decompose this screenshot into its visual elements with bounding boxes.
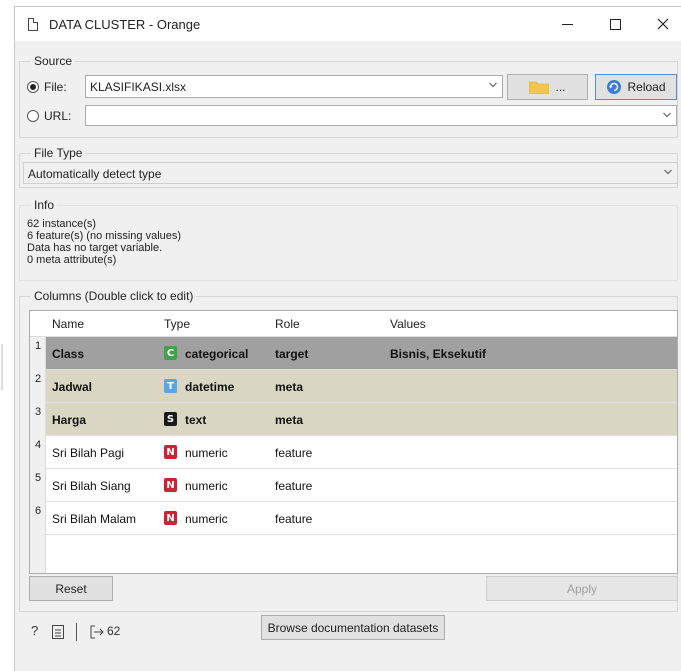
- chevron-down-icon: [489, 82, 497, 88]
- cell-name[interactable]: Class: [52, 347, 84, 361]
- cell-name[interactable]: Sri Bilah Malam: [52, 512, 136, 526]
- file-type-combo[interactable]: Automatically detect type: [23, 162, 678, 184]
- cell-role[interactable]: target: [275, 347, 308, 361]
- row-number: 3: [30, 403, 46, 436]
- report-icon[interactable]: [52, 625, 64, 639]
- type-badge-icon: S: [164, 412, 177, 426]
- reset-label: Reset: [55, 581, 87, 596]
- cell-name[interactable]: Sri Bilah Siang: [52, 479, 131, 493]
- url-combo[interactable]: [85, 105, 677, 126]
- table-row[interactable]: 6 Sri Bilah Malam Nnumeric feature: [30, 502, 677, 535]
- table-row[interactable]: 1 Class Ccategorical target Bisnis, Eksekuti…: [30, 337, 677, 370]
- document-icon: [28, 18, 38, 31]
- header-values[interactable]: Values: [390, 317, 426, 331]
- table-row[interactable]: 5 Sri Bilah Siang Nnumeric feature: [30, 469, 677, 502]
- file-label: File:: [44, 80, 67, 94]
- cell-type[interactable]: numeric: [185, 479, 228, 493]
- chevron-down-icon: [664, 169, 672, 175]
- output-count: 62: [107, 624, 121, 638]
- cell-type[interactable]: numeric: [185, 512, 228, 526]
- cell-name[interactable]: Jadwal: [52, 380, 92, 394]
- reload-button[interactable]: Reload: [595, 74, 677, 100]
- type-badge-icon: N: [164, 445, 177, 459]
- type-badge-icon: C: [164, 346, 177, 360]
- maximize-icon: [609, 18, 621, 30]
- columns-group-title: Columns (Double click to edit): [31, 289, 197, 303]
- browse-label: ...: [555, 80, 566, 94]
- folder-icon: [529, 81, 550, 94]
- row-number: 6: [30, 502, 46, 535]
- file-type-value: Automatically detect type: [28, 167, 162, 181]
- file-type-group-title: File Type: [31, 146, 86, 160]
- type-badge-icon: N: [164, 511, 177, 525]
- info-line-target: Data has no target variable.: [27, 242, 163, 254]
- background-edge: [0, 344, 5, 390]
- browse-documentation-button[interactable]: Browse documentation datasets: [261, 615, 445, 640]
- info-line-features: 6 feature(s) (no missing values): [27, 230, 182, 242]
- cell-type[interactable]: datetime: [185, 380, 234, 394]
- orange-file-widget-window: DATA CLUSTER - Orange Source File: KLASI…: [14, 6, 681, 671]
- info-line-instances: 62 instance(s): [27, 218, 97, 230]
- maximize-button[interactable]: [592, 7, 638, 41]
- file-combo[interactable]: KLASIFIKASI.xlsx: [85, 75, 503, 98]
- browse-documentation-label: Browse documentation datasets: [267, 620, 439, 635]
- output-icon: [90, 625, 104, 639]
- apply-label: Apply: [566, 581, 598, 596]
- apply-button[interactable]: Apply: [486, 576, 678, 601]
- minimize-button[interactable]: [544, 7, 590, 41]
- header-role[interactable]: Role: [275, 317, 300, 331]
- table-row[interactable]: 4 Sri Bilah Pagi Nnumeric feature: [30, 436, 677, 469]
- file-radio[interactable]: [27, 81, 39, 93]
- minimize-icon: [561, 23, 573, 25]
- row-number: 1: [30, 337, 46, 370]
- reset-button[interactable]: Reset: [29, 576, 113, 601]
- cell-name[interactable]: Sri Bilah Pagi: [52, 446, 124, 460]
- cell-role[interactable]: feature: [275, 512, 312, 526]
- close-button[interactable]: [640, 7, 681, 41]
- cell-type[interactable]: numeric: [185, 446, 228, 460]
- cell-type[interactable]: text: [185, 413, 206, 427]
- window-title: DATA CLUSTER - Orange: [49, 17, 201, 32]
- reload-label: Reload: [627, 80, 666, 94]
- header-type[interactable]: Type: [164, 317, 190, 331]
- status-divider: [76, 623, 77, 641]
- file-combo-value: KLASIFIKASI.xlsx: [90, 80, 187, 94]
- browse-button[interactable]: ...: [507, 74, 588, 100]
- row-number: 5: [30, 469, 46, 502]
- header-name[interactable]: Name: [52, 317, 84, 331]
- title-bar: DATA CLUSTER - Orange: [15, 7, 681, 41]
- source-group-title: Source: [31, 54, 76, 68]
- table-header: Name Type Role Values: [30, 311, 677, 337]
- type-badge-icon: T: [164, 379, 177, 393]
- columns-table[interactable]: Name Type Role Values 1 Class Ccategorical…: [29, 310, 678, 574]
- table-row[interactable]: 2 Jadwal Tdatetime meta: [30, 370, 677, 403]
- row-number: 2: [30, 370, 46, 403]
- cell-role[interactable]: meta: [275, 380, 303, 394]
- info-group-title: Info: [31, 198, 58, 212]
- cell-role[interactable]: feature: [275, 479, 312, 493]
- close-icon: [657, 18, 669, 30]
- row-number: 4: [30, 436, 46, 469]
- url-label: URL:: [44, 109, 72, 123]
- help-icon[interactable]: ?: [31, 623, 38, 638]
- cell-name[interactable]: Harga: [52, 413, 86, 427]
- url-radio[interactable]: [27, 110, 39, 122]
- table-row[interactable]: 3 Harga Stext meta: [30, 403, 677, 436]
- cell-role[interactable]: feature: [275, 446, 312, 460]
- info-line-meta: 0 meta attribute(s): [27, 254, 117, 266]
- type-badge-icon: N: [164, 478, 177, 492]
- chevron-down-icon: [663, 112, 671, 118]
- reload-icon: [607, 80, 622, 94]
- cell-role[interactable]: meta: [275, 413, 303, 427]
- cell-values[interactable]: Bisnis, Eksekutif: [390, 347, 486, 361]
- cell-type[interactable]: categorical: [185, 347, 248, 361]
